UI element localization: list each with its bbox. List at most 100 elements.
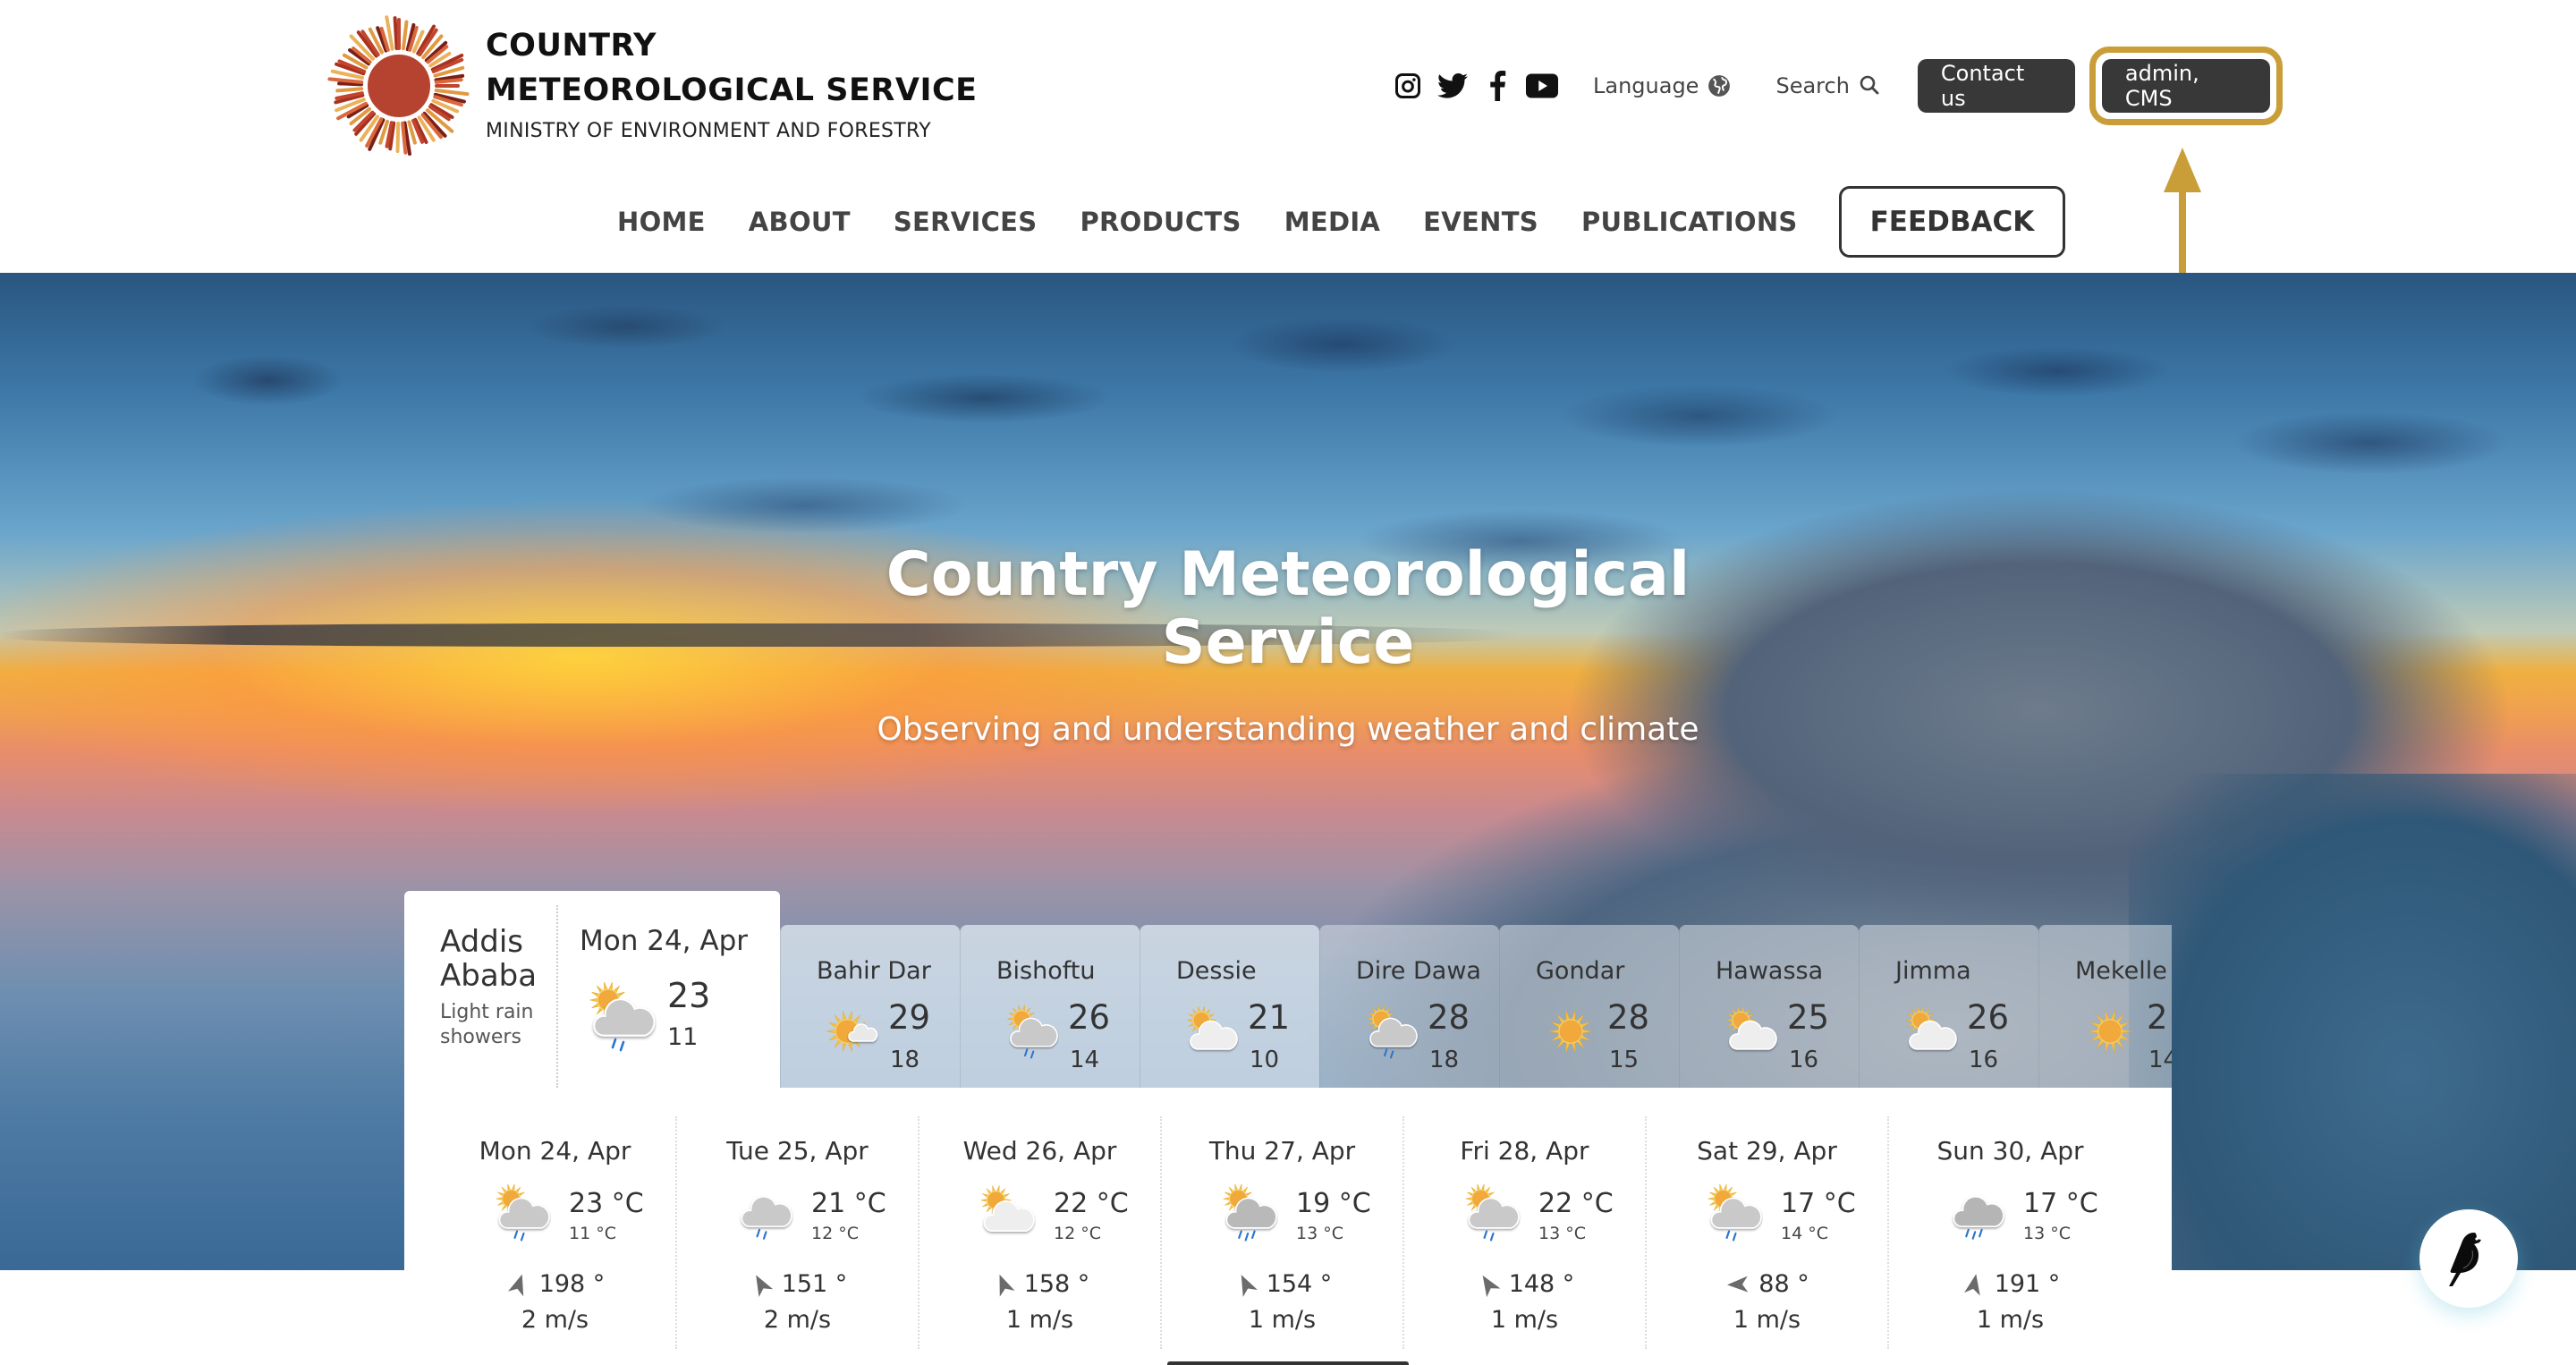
wagtail-userbar-button[interactable] <box>2419 1209 2518 1308</box>
city-weather-list: Bahir Dar 29 18 Bishoftu 26 14 Dessie 21… <box>780 925 2172 1088</box>
city-name: Jimma <box>1895 957 1971 985</box>
nav-services[interactable]: SERVICES <box>894 207 1038 237</box>
city-min-temp: 16 <box>1789 1047 1819 1073</box>
wind-direction-icon <box>507 1274 523 1296</box>
city-name: Dire Dawa <box>1356 957 1481 985</box>
forecast-wind-direction: 158 ° <box>919 1270 1160 1298</box>
city-name: Bahir Dar <box>817 957 931 985</box>
forecast-day[interactable]: Sun 30, Apr 17 °C 13 °C 191 ° 1 m/s <box>1889 1116 2131 1349</box>
forecast-date: Fri 28, Apr <box>1460 1136 1589 1166</box>
forecast-day[interactable]: Wed 26, Apr 22 °C 12 °C 158 ° 1 m/s <box>919 1116 1162 1349</box>
forecast-wind-direction: 154 ° <box>1162 1270 1402 1298</box>
forecast-min-temp: 14 °C <box>1781 1224 1828 1243</box>
wagtail-bird-icon <box>2449 1233 2481 1286</box>
city-tile[interactable]: Gondar 28 15 <box>1499 925 1679 1088</box>
partly-cloudy-icon <box>1902 1004 1958 1059</box>
partly-cloudy-heavy-rain-icon <box>1219 1183 1278 1242</box>
forecast-min-temp: 12 °C <box>811 1224 859 1243</box>
facebook-icon[interactable] <box>1480 69 1514 103</box>
nav-about[interactable]: ABOUT <box>749 207 851 237</box>
nav-publications[interactable]: PUBLICATIONS <box>1581 207 1798 237</box>
current-weather-card[interactable]: Addis Ababa Light rain showers Mon 24, A… <box>404 891 780 1088</box>
city-tile[interactable]: Mekelle 2 14 <box>2038 925 2172 1088</box>
hero-background-rocks-right <box>2129 774 2576 1270</box>
current-max-temp: 23 <box>667 976 711 1015</box>
current-min-temp: 11 <box>667 1023 699 1051</box>
forecast-min-temp: 12 °C <box>1054 1224 1101 1243</box>
sun-icon <box>2082 1004 2138 1059</box>
wind-direction-icon <box>1482 1275 1501 1297</box>
city-name: Gondar <box>1536 957 1625 985</box>
top-bar: Language Search Contact us admin, CMS <box>1391 47 2283 125</box>
nav-products[interactable]: PRODUCTS <box>1080 207 1241 237</box>
admin-cms-button[interactable]: admin, CMS <box>2101 59 2270 113</box>
cloud-heavy-rain-icon <box>1946 1183 2005 1242</box>
feedback-button[interactable]: FEEDBACK <box>1838 186 2066 258</box>
city-min-temp: 18 <box>890 1047 920 1073</box>
forecast-day[interactable]: Tue 25, Apr 21 °C 12 °C 151 ° 2 m/s <box>677 1116 919 1349</box>
partly-cloudy-rain-icon <box>492 1183 551 1242</box>
forecast-min-temp: 13 °C <box>1538 1224 1586 1243</box>
wind-direction-icon <box>1727 1276 1749 1293</box>
forecast-wind-speed: 1 m/s <box>1248 1306 1317 1334</box>
city-tile[interactable]: Hawassa 25 16 <box>1679 925 1859 1088</box>
forecast-wind-direction: 151 ° <box>677 1270 918 1298</box>
forecast-day[interactable]: Thu 27, Apr 19 °C 13 °C 154 ° 1 m/s <box>1162 1116 1404 1349</box>
contact-us-button[interactable]: Contact us <box>1917 59 2075 113</box>
nav-events[interactable]: EVENTS <box>1423 207 1538 237</box>
forecast-date: Thu 27, Apr <box>1208 1136 1356 1166</box>
city-tile[interactable]: Jimma 26 16 <box>1859 925 2038 1088</box>
nav-media[interactable]: MEDIA <box>1284 207 1380 237</box>
search-label: Search <box>1775 73 1850 98</box>
forecast-date: Sat 29, Apr <box>1697 1136 1837 1166</box>
forecast-min-temp: 13 °C <box>1296 1224 1343 1243</box>
forecast-wind-direction: 191 ° <box>1889 1270 2131 1298</box>
city-name: Hawassa <box>1716 957 1824 985</box>
wind-direction-value: 151 ° <box>781 1270 848 1298</box>
city-name: Dessie <box>1176 957 1257 985</box>
instagram-icon[interactable] <box>1391 69 1425 103</box>
annotation-arrow-icon <box>2164 148 2201 282</box>
forecast-max-temp: 17 °C <box>2023 1188 2098 1219</box>
forecast-day[interactable]: Fri 28, Apr 22 °C 13 °C 148 ° 1 m/s <box>1404 1116 1647 1349</box>
seven-day-forecast: Mon 24, Apr 23 °C 11 °C 198 ° 2 m/s Tue … <box>404 1088 2172 1365</box>
forecast-max-temp: 22 °C <box>1054 1188 1129 1219</box>
language-selector[interactable]: Language <box>1593 73 1731 98</box>
city-min-temp: 15 <box>1609 1047 1640 1073</box>
forecast-wind-speed: 2 m/s <box>521 1306 589 1334</box>
partly-cloudy-icon <box>1183 1004 1239 1059</box>
city-tile[interactable]: Bahir Dar 29 18 <box>780 925 960 1088</box>
city-tile[interactable]: Dessie 21 10 <box>1140 925 1319 1088</box>
partly-cloudy-rain-icon <box>1004 1004 1059 1059</box>
forecast-date: Tue 25, Apr <box>726 1136 869 1166</box>
youtube-icon[interactable] <box>1525 69 1559 103</box>
city-tile[interactable]: Bishoftu 26 14 <box>960 925 1140 1088</box>
city-max-temp: 2 <box>2147 998 2168 1037</box>
cloud-rain-icon <box>734 1183 793 1242</box>
main-nav: HOME ABOUT SERVICES PRODUCTS MEDIA EVENT… <box>617 186 2066 258</box>
forecast-day[interactable]: Mon 24, Apr 23 °C 11 °C 198 ° 2 m/s <box>435 1116 677 1349</box>
partly-cloudy-rain-icon <box>1363 1004 1419 1059</box>
city-max-temp: 26 <box>1967 998 2010 1037</box>
wind-direction-icon <box>999 1274 1015 1297</box>
wind-direction-icon <box>1963 1273 1980 1296</box>
forecast-wind-speed: 1 m/s <box>1005 1306 1074 1334</box>
city-tile[interactable]: Dire Dawa 28 18 <box>1319 925 1499 1088</box>
city-max-temp: 21 <box>1248 998 1291 1037</box>
brand-subtitle: MINISTRY OF ENVIRONMENT AND FORESTRY <box>486 120 931 142</box>
forecast-day[interactable]: Sat 29, Apr 17 °C 14 °C 88 ° 1 m/s <box>1647 1116 1889 1349</box>
search-link[interactable]: Search <box>1775 73 1881 98</box>
city-name: Bishoftu <box>996 957 1096 985</box>
site-logo[interactable] <box>326 13 472 159</box>
city-min-temp: 14 <box>2148 1047 2172 1073</box>
wind-direction-icon <box>755 1275 773 1297</box>
forecast-min-temp: 13 °C <box>2023 1224 2071 1243</box>
forecast-max-temp: 22 °C <box>1538 1188 1614 1219</box>
twitter-icon[interactable] <box>1436 69 1470 103</box>
hero-subtitle: Observing and understanding weather and … <box>877 711 1699 748</box>
city-max-temp: 25 <box>1787 998 1830 1037</box>
forecast-wind-speed: 1 m/s <box>1733 1306 1801 1334</box>
wind-direction-value: 148 ° <box>1508 1270 1575 1298</box>
partly-cloudy-icon <box>1723 1004 1778 1059</box>
nav-home[interactable]: HOME <box>617 207 706 237</box>
